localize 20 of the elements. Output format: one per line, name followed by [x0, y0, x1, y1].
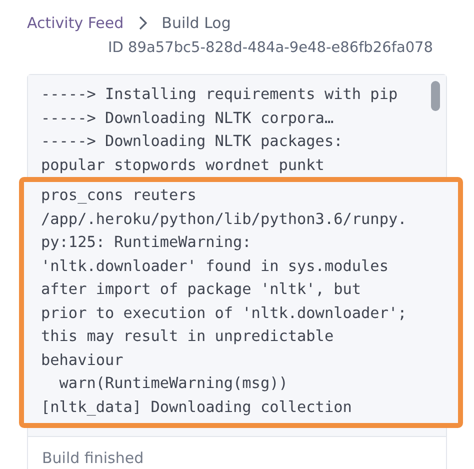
log-line: -----> Downloading NLTK packages:: [41, 131, 343, 152]
log-line: -----> Installing requirements with pip: [41, 84, 398, 105]
breadcrumb-current: Build Log: [162, 14, 231, 32]
chevron-right-icon: [138, 16, 148, 30]
scrollbar-thumb[interactable]: [431, 81, 440, 111]
log-line: 'nltk.downloader' found in sys.modules: [41, 256, 388, 276]
log-line: prior to execution of 'nltk.downloader';: [41, 302, 407, 324]
log-line: py:125: RuntimeWarning:: [41, 232, 252, 253]
build-status: Build finished: [41, 448, 145, 469]
log-line: popular stopwords wordnet punkt: [41, 154, 324, 176]
log-line: after import of package 'nltk', but: [41, 279, 362, 300]
log-line: pros_cons reuters: [41, 185, 196, 206]
build-id: ID 89a57bc5-828d-484a-9e48-e86fb26fa078: [107, 39, 434, 56]
log-line: warn(RuntimeWarning(msg)): [58, 373, 288, 394]
log-line: -----> Downloading NLTK corpora…: [41, 108, 334, 128]
log-line: /app/.heroku/python/lib/python3.6/runpy.: [41, 208, 407, 230]
log-line: behaviour: [41, 350, 124, 370]
breadcrumb-link[interactable]: Activity Feed: [27, 14, 124, 32]
log-line: [nltk_data] Downloading collection: [41, 396, 352, 418]
log-line: this may result in unpredictable: [41, 326, 334, 347]
